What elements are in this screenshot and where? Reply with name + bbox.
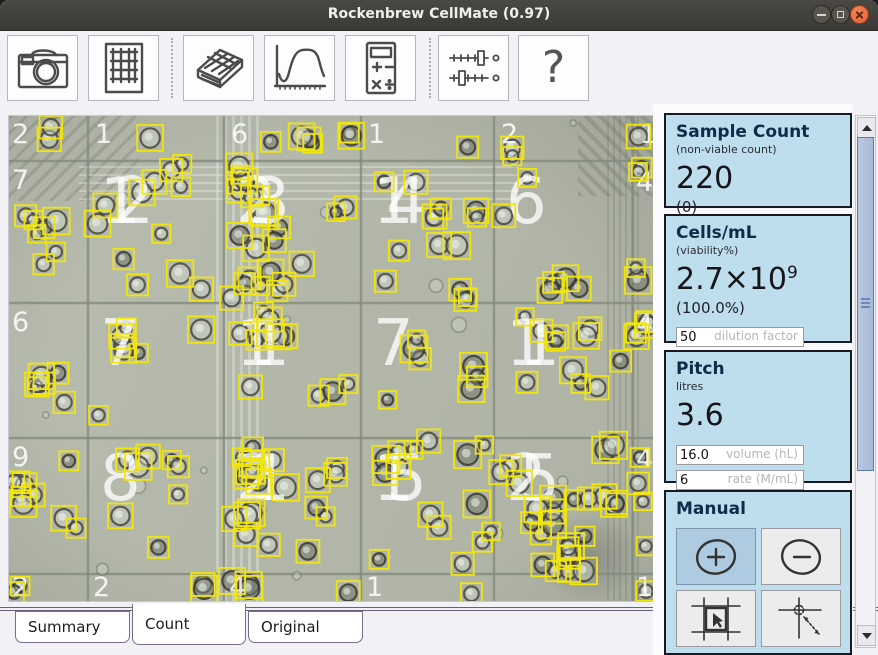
svg-text:1: 1 (368, 119, 385, 150)
capture-button[interactable] (7, 35, 78, 101)
sliders-icon (446, 46, 502, 90)
svg-text:1: 1 (95, 119, 112, 150)
measure-icon (771, 596, 831, 642)
calculator-icon (359, 40, 403, 96)
help-button[interactable]: ? (518, 35, 589, 101)
curve-button[interactable] (264, 35, 335, 101)
dilution-factor-input[interactable] (676, 327, 804, 347)
curve-icon (271, 42, 329, 94)
tab-summary[interactable]: Summary (15, 611, 130, 643)
cells-per-ml-value: 2.7×109 (676, 264, 840, 296)
add-cell-icon (688, 534, 744, 580)
tab-count[interactable]: Count (132, 604, 246, 645)
arrow-up-icon (862, 125, 872, 131)
grid-icon (99, 41, 149, 95)
manual-card: Manual (664, 490, 852, 655)
grid-view-button[interactable] (88, 35, 159, 101)
svg-text:1: 1 (636, 572, 653, 601)
minimize-button[interactable] (812, 5, 831, 24)
camera-icon (15, 43, 71, 93)
pitch-title: Pitch (676, 359, 840, 379)
svg-text:2: 2 (12, 119, 29, 150)
select-region-button[interactable] (676, 590, 756, 647)
calculator-button[interactable] (345, 35, 416, 101)
select-region-icon (686, 596, 746, 642)
viability-value: (100.0%) (676, 299, 840, 317)
rate-input[interactable] (676, 470, 804, 490)
svg-text:7: 7 (12, 165, 29, 196)
svg-text:1: 1 (366, 572, 383, 601)
detection-overlay: 1223146711711821152521612174649422411 (9, 116, 653, 601)
svg-text:4: 4 (636, 167, 653, 198)
scrollbar-thumb[interactable] (857, 137, 874, 471)
adjustments-button[interactable] (438, 35, 509, 101)
manual-title: Manual (676, 499, 840, 519)
cells-per-ml-subtitle: (viability%) (676, 244, 840, 257)
toolbar-separator (429, 38, 431, 98)
add-cell-button[interactable] (676, 528, 756, 585)
nonviable-count-value: (0) (676, 198, 840, 216)
cells-per-ml-card: Cells/mL (viability%) 2.7×109 (100.0%) d… (664, 214, 852, 343)
svg-text:2: 2 (93, 572, 110, 601)
tab-original[interactable]: Original (248, 611, 363, 643)
svg-text:12: 12 (100, 165, 154, 239)
svg-text:9: 9 (12, 442, 29, 473)
sample-count-title: Sample Count (676, 122, 840, 142)
arrow-down-icon (862, 633, 872, 639)
counting-chamber-button[interactable] (183, 35, 254, 101)
remove-cell-button[interactable] (761, 528, 841, 585)
help-icon: ? (542, 46, 565, 90)
remove-cell-icon (773, 534, 829, 580)
scroll-down-button[interactable] (857, 625, 876, 646)
cells-per-ml-title: Cells/mL (676, 223, 840, 243)
volume-input[interactable] (676, 445, 804, 465)
panel-scrollbar[interactable] (855, 115, 876, 648)
pitch-value: 3.6 (676, 400, 840, 432)
count-view[interactable]: 1223146711711821152521612174649422411 (8, 115, 654, 602)
window-title: Rockenbrew CellMate (0.97) (0, 6, 878, 22)
measure-button[interactable] (761, 590, 841, 647)
maximize-icon (837, 11, 844, 18)
counting-chamber-icon (190, 44, 248, 92)
minimize-icon (817, 14, 826, 16)
sample-count-value: 220 (676, 163, 840, 195)
close-button[interactable] (850, 5, 869, 24)
sample-count-subtitle: (non-viable count) (676, 143, 840, 156)
svg-text:14: 14 (373, 165, 427, 239)
svg-text:6: 6 (231, 119, 248, 150)
pitch-subtitle: litres (676, 380, 840, 393)
app-window: Rockenbrew CellMate (0.97) (0, 0, 878, 655)
maximize-button[interactable] (831, 5, 850, 24)
titlebar[interactable]: Rockenbrew CellMate (0.97) (0, 0, 878, 31)
toolbar-separator (171, 38, 173, 98)
scroll-up-button[interactable] (857, 117, 876, 138)
svg-text:2: 2 (501, 119, 518, 150)
sample-count-card: Sample Count (non-viable count) 220 (0) (664, 113, 852, 208)
pitch-card: Pitch litres 3.6 volume (hL) rate (M/mL) (664, 350, 852, 483)
svg-text:6: 6 (12, 307, 29, 338)
